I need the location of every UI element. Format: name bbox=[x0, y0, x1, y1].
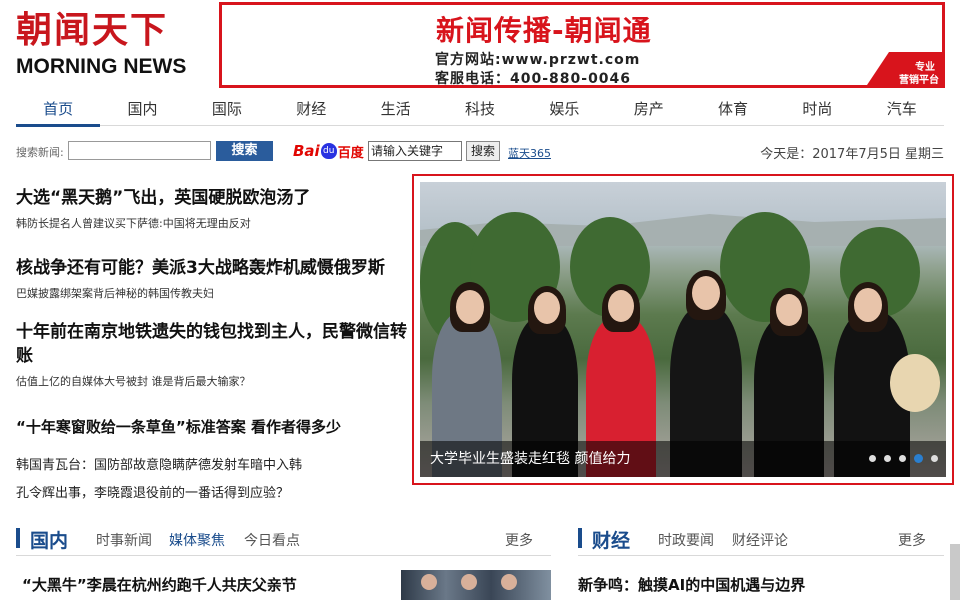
search-button[interactable]: 搜索 bbox=[216, 141, 273, 161]
search-input[interactable] bbox=[68, 141, 211, 160]
headline-title[interactable]: 核战争还有可能？美派3大战略轰炸机威慑俄罗斯 bbox=[16, 256, 411, 280]
nav-item-sports[interactable]: 体育 bbox=[691, 96, 775, 125]
nav-item-fashion[interactable]: 时尚 bbox=[775, 96, 859, 125]
section-title[interactable]: 财经 bbox=[592, 526, 630, 553]
page-scrollbar[interactable] bbox=[950, 544, 960, 600]
person-face bbox=[692, 276, 720, 310]
tab-current-news[interactable]: 时事新闻 bbox=[96, 530, 152, 550]
ad-corner-badge: 专业 营销平台 bbox=[865, 52, 945, 88]
paw-icon: du bbox=[320, 143, 337, 159]
person-face bbox=[456, 290, 484, 324]
nav-item-international[interactable]: 国际 bbox=[185, 96, 269, 125]
nav-item-auto[interactable]: 汽车 bbox=[860, 96, 944, 125]
slider-dot[interactable] bbox=[931, 455, 938, 462]
slider-dot[interactable] bbox=[884, 455, 891, 462]
section-finance: 财经 时政要闻 财经评论 更多 bbox=[578, 526, 944, 556]
nav-item-domestic[interactable]: 国内 bbox=[100, 96, 184, 125]
headline-title[interactable]: 十年前在南京地铁遗失的钱包找到主人，民警微信转账 bbox=[16, 320, 411, 368]
tab-finance-commentary[interactable]: 财经评论 bbox=[732, 530, 788, 550]
section-marker bbox=[16, 528, 20, 548]
tab-political-news[interactable]: 时政要闻 bbox=[658, 530, 714, 550]
headline-link[interactable]: 韩国青瓦台：国防部故意隐瞒萨德发射车暗中入韩 bbox=[16, 454, 302, 473]
nav-item-entertainment[interactable]: 娱乐 bbox=[522, 96, 606, 125]
headline-link[interactable]: 孔令辉出事，李晓霞退役前的一番话得到应验？ bbox=[16, 482, 289, 501]
tab-media-focus[interactable]: 媒体聚焦 bbox=[169, 530, 225, 550]
slider-dots bbox=[869, 454, 938, 463]
person-face bbox=[776, 294, 802, 326]
headline-item: 核战争还有可能？美派3大战略轰炸机威慑俄罗斯 巴媒披露绑架案背后神秘的韩国传教夫… bbox=[16, 256, 411, 302]
ad-banner[interactable]: 新闻传播-朝闻通 官方网站:www.przwt.com 客服电话：400-880… bbox=[219, 2, 945, 88]
main-nav: 首页 国内 国际 财经 生活 科技 娱乐 房产 体育 时尚 汽车 bbox=[16, 96, 944, 127]
slider-dot[interactable] bbox=[899, 455, 906, 462]
photo-slider[interactable]: 大学毕业生盛装走红毯 颜值给力 bbox=[412, 174, 954, 485]
lantian-link[interactable]: 蓝天365 bbox=[508, 145, 551, 161]
news-thumbnail[interactable] bbox=[401, 570, 551, 600]
baidu-logo-text: Bai bbox=[293, 142, 320, 160]
nav-item-finance[interactable]: 财经 bbox=[269, 96, 353, 125]
logo-english: MORNING NEWS bbox=[16, 55, 187, 78]
slide-photo[interactable]: 大学毕业生盛装走红毯 颜值给力 bbox=[420, 182, 946, 477]
finance-top-news[interactable]: 新争鸣：触摸AI的中国机遇与边界 bbox=[578, 574, 805, 595]
headline-item: 大选“黑天鹅”飞出，英国硬脱欧泡汤了 韩防长提名人曾建议买下萨德:中国将无理由反… bbox=[16, 186, 411, 232]
more-link[interactable]: 更多 bbox=[505, 530, 533, 550]
slider-dot[interactable] bbox=[869, 455, 876, 462]
nav-item-life[interactable]: 生活 bbox=[353, 96, 437, 125]
current-date: 今天是：2017年7月5日 星期三 bbox=[760, 147, 944, 162]
slider-dot-active[interactable] bbox=[914, 454, 923, 463]
nav-item-home[interactable]: 首页 bbox=[16, 96, 101, 127]
slide-caption[interactable]: 大学毕业生盛装走红毯 颜值给力 bbox=[430, 448, 630, 468]
nav-item-realestate[interactable]: 房产 bbox=[607, 96, 691, 125]
thumb-face bbox=[421, 574, 437, 590]
person-face bbox=[534, 292, 560, 324]
baidu-logo-cn: 百度 bbox=[337, 145, 364, 161]
search-label: 搜索新闻: bbox=[16, 146, 64, 159]
ad-website: 官方网站:www.przwt.com bbox=[435, 52, 641, 68]
logo-chinese: 朝闻天下 bbox=[16, 9, 169, 51]
search-bar: 搜索新闻: 搜索 Bai du 百度 请输入关键字 搜索 蓝天365 今天是：201… bbox=[16, 140, 944, 162]
section-title[interactable]: 国内 bbox=[30, 526, 68, 553]
site-logo[interactable]: 朝闻天下 MORNING NEWS bbox=[16, 8, 206, 88]
more-link[interactable]: 更多 bbox=[898, 530, 926, 550]
baidu-logo[interactable]: Bai du 百度 bbox=[293, 140, 364, 162]
section-marker bbox=[578, 528, 582, 548]
headline-title[interactable]: 大选“黑天鹅”飞出，英国硬脱欧泡汤了 bbox=[16, 186, 411, 210]
ad-phone: 客服电话：400-880-0046 bbox=[435, 71, 632, 87]
thumb-face bbox=[501, 574, 517, 590]
headline-item: 十年前在南京地铁遗失的钱包找到主人，民警微信转账 估值上亿的自媒体大号被封 谁是… bbox=[16, 320, 411, 390]
headline-sub[interactable]: 巴媒披露绑架案背后神秘的韩国传教夫妇 bbox=[16, 286, 411, 302]
person-face bbox=[608, 290, 634, 322]
ad-title: 新闻传播-朝闻通 bbox=[436, 14, 652, 47]
tab-today-highlights[interactable]: 今日看点 bbox=[244, 530, 300, 550]
headline-sub[interactable]: 估值上亿的自媒体大号被封 谁是背后最大输家？ bbox=[16, 374, 411, 390]
ad-corner-text-2: 营销平台 bbox=[899, 75, 939, 86]
thumb-face bbox=[461, 574, 477, 590]
baidu-search-button[interactable]: 搜索 bbox=[466, 141, 500, 161]
nav-item-tech[interactable]: 科技 bbox=[438, 96, 522, 125]
headline-link[interactable]: “十年寒窗败给一条草鱼”标准答案 看作者得多少 bbox=[16, 416, 341, 437]
headline-sub[interactable]: 韩防长提名人曾建议买下萨德:中国将无理由反对 bbox=[16, 216, 411, 232]
section-domestic: 国内 时事新闻 媒体聚焦 今日看点 更多 bbox=[16, 526, 551, 556]
domestic-top-news[interactable]: “大黑牛”李晨在杭州约跑千人共庆父亲节 bbox=[22, 574, 297, 595]
baidu-search-input[interactable]: 请输入关键字 bbox=[368, 141, 462, 161]
person-face bbox=[854, 288, 882, 322]
flower-bouquet bbox=[890, 354, 940, 412]
